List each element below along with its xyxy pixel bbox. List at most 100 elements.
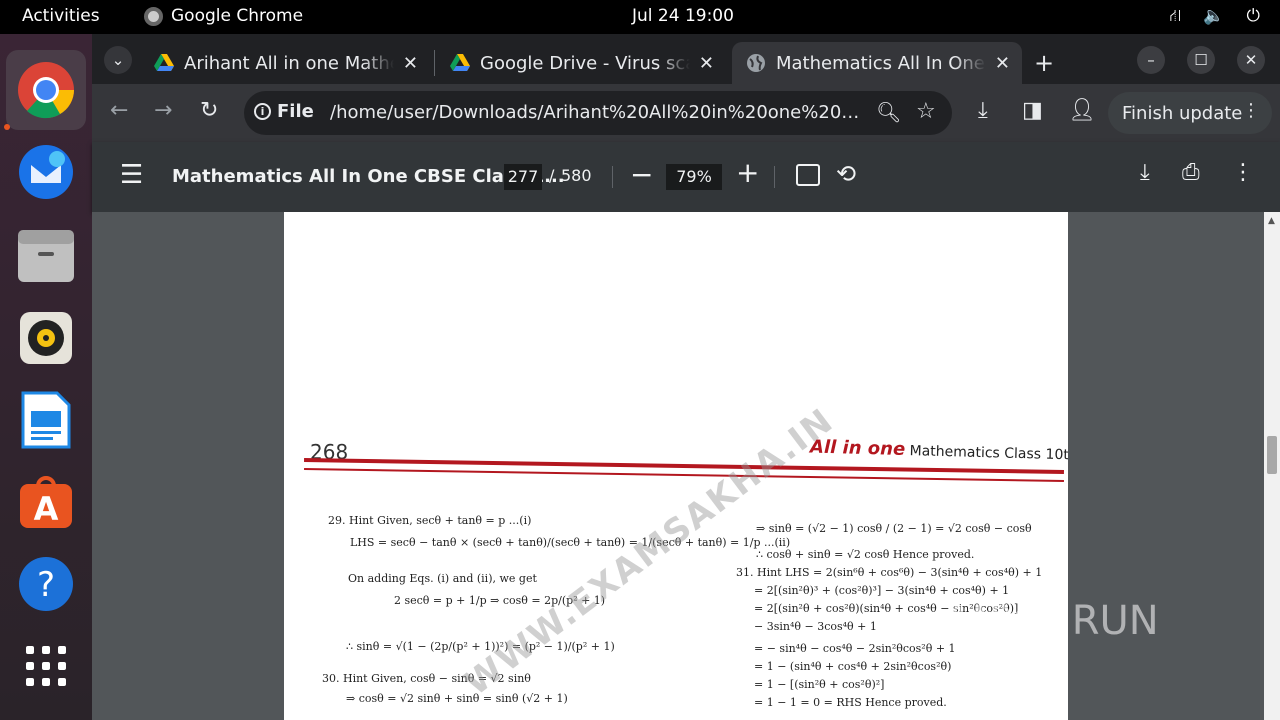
zoom-in-button[interactable]: + (736, 156, 759, 189)
info-icon: i (254, 103, 271, 120)
chevron-down-icon: ⌄ (111, 51, 125, 69)
anyrun-text-right: RUN (1071, 598, 1159, 644)
text-line: 31. Hint LHS = 2(sin⁶θ + cos⁶θ) − 3(sin⁴… (736, 566, 1043, 579)
print-icon[interactable]: ⎙ (1182, 160, 1200, 185)
app-grid-icon[interactable] (14, 634, 78, 698)
fit-to-page-icon[interactable] (796, 164, 820, 186)
volume-icon[interactable]: 🔈 (1203, 6, 1224, 28)
anyrun-text-left: ANY (944, 598, 1026, 644)
help-icon[interactable]: ? (14, 552, 78, 616)
pdf-toolbar: ☰ Mathematics All In One CBSE Class 1...… (92, 142, 1280, 212)
system-tray[interactable]: ⛙ 🔈 ⏻ (1169, 6, 1260, 28)
tab-title: Mathematics All In One C (776, 52, 986, 74)
dock: A ? (0, 34, 92, 720)
new-tab-button[interactable]: + (1028, 42, 1068, 84)
forward-icon[interactable]: → (154, 98, 172, 123)
app-center-icon[interactable]: A (14, 470, 78, 534)
finish-update-label: Finish update (1122, 102, 1243, 124)
play-icon (1031, 599, 1066, 647)
address-bar[interactable]: i File /home/user/Downloads/Arihant%20Al… (244, 91, 952, 135)
text-line: = 2[(sin²θ)³ + (cos²θ)³] − 3(sin⁴θ + cos… (754, 584, 1010, 597)
maximize-button[interactable]: ☐ (1187, 46, 1215, 74)
more-vert-icon[interactable]: ⋮ (1232, 160, 1254, 185)
svg-text:?: ? (37, 565, 55, 605)
chrome-icon[interactable] (6, 50, 86, 130)
google-drive-icon (450, 54, 470, 71)
plus-icon: + (1034, 49, 1055, 77)
back-icon[interactable]: ← (110, 98, 128, 123)
text-line: ∴ cosθ + sinθ = √2 cosθ Hence proved. (756, 548, 975, 561)
minimize-button[interactable]: – (1137, 46, 1165, 74)
close-tab-icon[interactable]: ✕ (995, 53, 1010, 74)
pdf-download-icon[interactable]: ⤓ (1140, 160, 1150, 185)
tab-search-button[interactable]: ⌄ (104, 46, 132, 74)
text-line: ⇒ sinθ = (√2 − 1) cosθ / (2 − 1) = √2 co… (756, 522, 1032, 535)
tab-mathematics[interactable]: Mathematics All In One C ✕ (732, 42, 1022, 84)
text-line: − 3sin⁴θ − 3cos⁴θ + 1 (754, 620, 877, 633)
rhythmbox-icon[interactable] (14, 306, 78, 370)
close-tab-icon[interactable]: ✕ (699, 53, 714, 74)
text-line: ∴ sinθ = √(1 − (2p/(p² + 1))²) = (p² − 1… (346, 640, 615, 653)
app-menu[interactable]: Google Chrome (144, 6, 303, 26)
app-menu-label: Google Chrome (171, 6, 304, 26)
rotate-icon[interactable]: ⟲ (836, 160, 856, 188)
text-line: = 1 − (sin⁴θ + cos⁴θ + 2sin²θcos²θ) (754, 660, 952, 673)
zoom-out-button[interactable]: − (630, 158, 653, 191)
tab-title: Arihant All in one Mathe (184, 52, 394, 74)
page-number-input[interactable]: 277 (504, 164, 542, 190)
text-line: = 1 − 1 = 0 = RHS Hence proved. (754, 696, 947, 709)
minimize-icon: – (1147, 51, 1155, 69)
globe-icon (747, 54, 765, 72)
site-info-button[interactable]: i File (254, 101, 314, 122)
tab-title: Google Drive - Virus scan (480, 52, 690, 74)
writer-icon[interactable] (14, 388, 78, 452)
anyrun-watermark: ANY RUN (944, 598, 1159, 647)
zoom-input[interactable]: 79% (666, 164, 722, 190)
divider (612, 166, 613, 188)
activities-button[interactable]: Activities (22, 6, 100, 26)
brand-subtitle: Mathematics Class 10th (909, 443, 1068, 464)
svg-text:A: A (34, 490, 59, 528)
menu-icon[interactable]: ☰ (120, 162, 143, 188)
close-tab-icon[interactable]: ✕ (403, 53, 418, 74)
more-vert-icon[interactable]: ⋮ (1242, 100, 1260, 121)
thunderbird-icon[interactable] (14, 140, 78, 204)
url-text[interactable]: /home/user/Downloads/Arihant%20All%20in%… (330, 102, 860, 123)
profile-icon[interactable]: 👤︎ (1068, 98, 1096, 123)
tab-strip: ⌄ Arihant All in one Mathe ✕ Google Driv… (92, 34, 1280, 84)
gnome-top-bar: Activities Google Chrome Jul 24 19:00 ⛙ … (0, 0, 1280, 34)
text-line: LHS = secθ − tanθ × (secθ + tanθ)/(secθ … (350, 536, 791, 549)
tab-google-drive[interactable]: Google Drive - Virus scan ✕ (436, 42, 726, 84)
divider (774, 166, 775, 188)
zoom-icon[interactable]: 🔍︎ (876, 100, 901, 124)
site-info-label: File (277, 101, 314, 122)
scroll-up-icon[interactable]: ▲ (1268, 216, 1275, 226)
vertical-scrollbar[interactable]: ▲ (1264, 212, 1280, 720)
reload-icon[interactable]: ↻ (200, 98, 218, 123)
files-icon[interactable] (14, 224, 78, 288)
tab-arihant[interactable]: Arihant All in one Mathe ✕ (140, 42, 430, 84)
maximize-icon: ☐ (1194, 51, 1208, 69)
tab-separator (434, 50, 435, 76)
text-line: ⇒ cosθ = √2 sinθ + sinθ = sinθ (√2 + 1) (346, 692, 568, 705)
downloads-icon[interactable]: ⤓ (978, 98, 988, 123)
scrollbar-thumb[interactable] (1267, 436, 1277, 474)
close-icon: ✕ (1244, 51, 1258, 69)
page-header-brand: All in one Mathematics Class 10th (810, 436, 1068, 464)
text-line: = − sin⁴θ − cos⁴θ − 2sin²θcos²θ + 1 (754, 642, 956, 655)
google-drive-icon (154, 54, 174, 71)
clock[interactable]: Jul 24 19:00 (632, 6, 734, 26)
page-separator: / (549, 166, 555, 185)
finish-update-button[interactable]: Finish update ⋮ (1108, 92, 1272, 134)
side-panel-icon[interactable]: ◨ (1022, 98, 1043, 123)
network-icon[interactable]: ⛙ (1169, 6, 1181, 28)
chrome-app-icon (144, 6, 163, 26)
text-line: = 1 − [(sin²θ + cos²θ)²] (754, 678, 885, 691)
running-indicator (4, 124, 10, 130)
power-icon[interactable]: ⏻ (1247, 6, 1260, 28)
text-line: 29. Hint Given, secθ + tanθ = p ...(i) (328, 514, 532, 527)
page-total: 580 (561, 166, 592, 185)
close-window-button[interactable]: ✕ (1237, 46, 1265, 74)
text-line: On adding Eqs. (i) and (ii), we get (348, 572, 537, 585)
bookmark-star-icon[interactable]: ☆ (916, 99, 936, 124)
